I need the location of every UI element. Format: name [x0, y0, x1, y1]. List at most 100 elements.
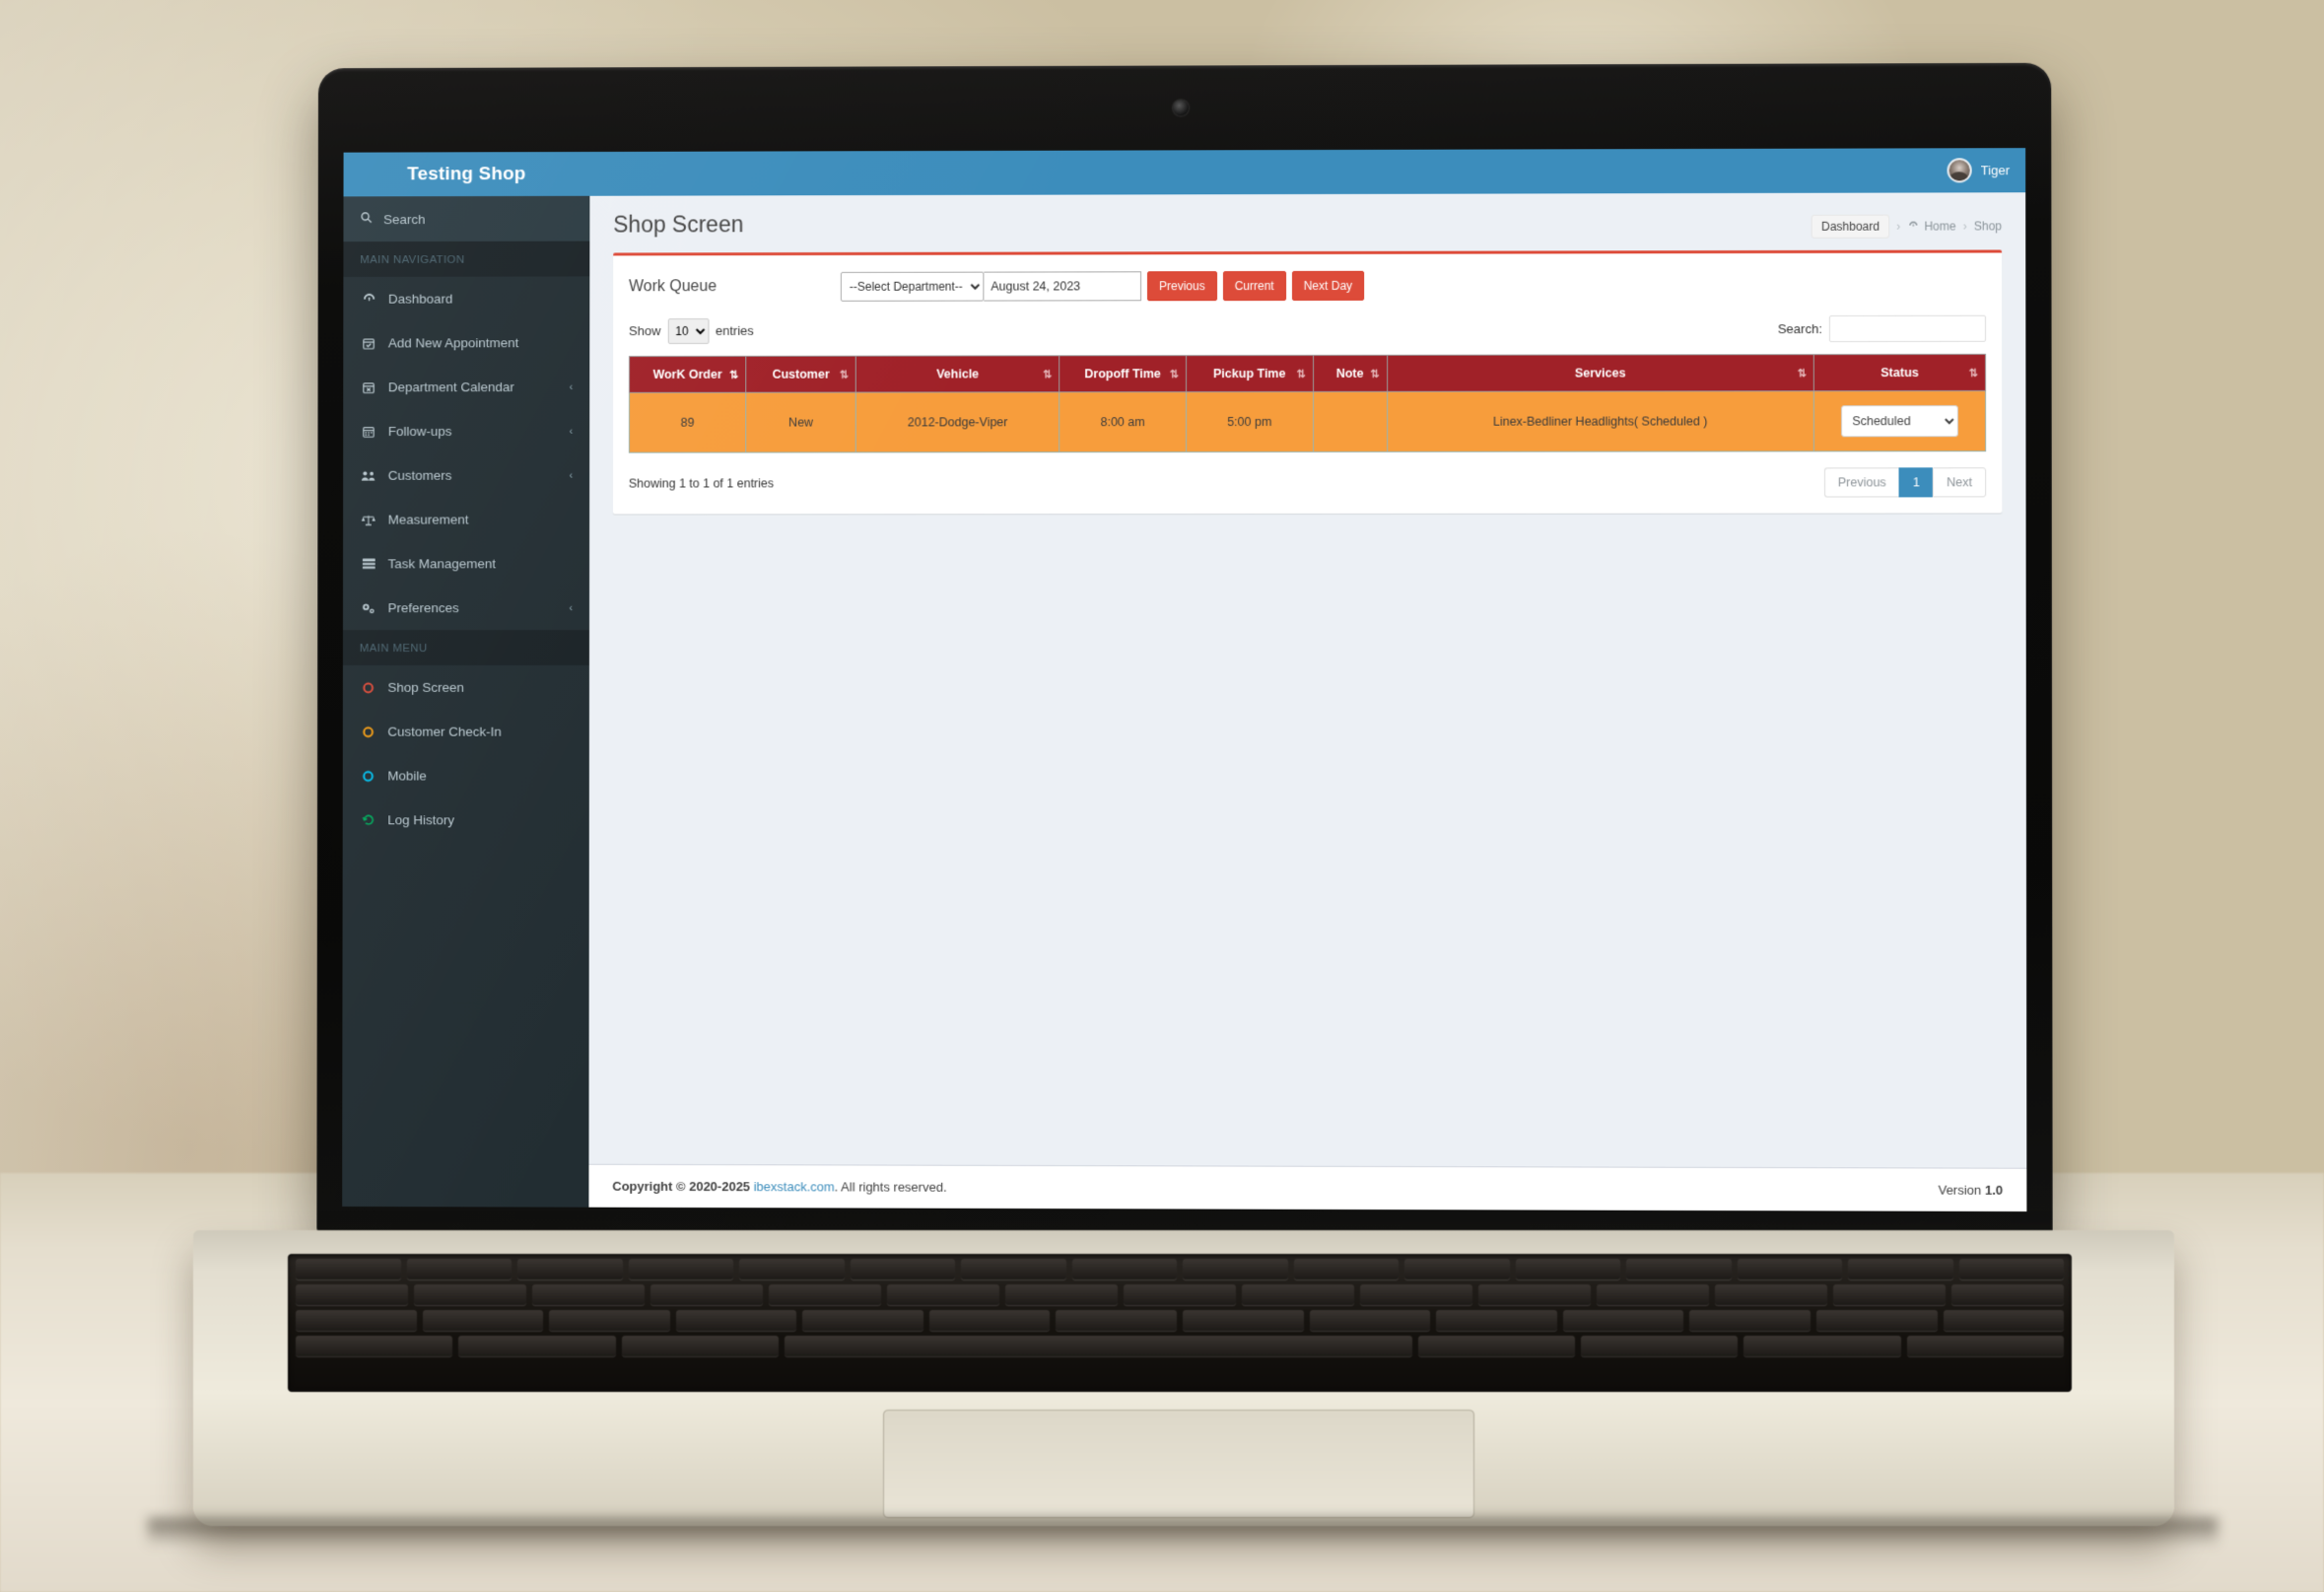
table-row[interactable]: 89 New 2012-Dodge-Viper 8:00 am 5:00 pm …	[629, 390, 1986, 453]
dashboard-icon	[1907, 219, 1919, 234]
calendar-icon	[360, 425, 377, 439]
sort-icon: ⇅	[1169, 368, 1178, 381]
chevron-left-icon: ‹	[569, 469, 574, 482]
sidebar-item-label: Department Calendar	[387, 380, 514, 395]
laptop-bezel-top	[318, 63, 2052, 153]
previous-day-button[interactable]: Previous	[1147, 271, 1217, 302]
cell-status: Scheduled	[1813, 390, 1986, 451]
breadcrumb-current: Shop	[1973, 219, 2003, 234]
key	[1737, 1259, 1842, 1280]
key	[850, 1259, 955, 1280]
spacebar-key	[784, 1336, 1412, 1356]
sidebar-item-department-calendar[interactable]: Department Calendar ‹	[343, 365, 589, 409]
sidebar-item-add-new-appointment[interactable]: Add New Appointment	[343, 320, 589, 365]
avatar[interactable]	[1947, 158, 1972, 183]
sidebar-item-shop-screen[interactable]: Shop Screen	[343, 665, 589, 710]
cell-customer: New	[745, 392, 856, 453]
sidebar: Testing Shop Search MAIN NAVIGATION Dash…	[342, 151, 590, 1208]
table-footer: Showing 1 to 1 of 1 entries Previous 1 N…	[629, 451, 1987, 498]
sidebar-item-mobile[interactable]: Mobile	[343, 754, 589, 798]
topbar-user-name[interactable]: Tiger	[1981, 163, 2010, 177]
column-header-services[interactable]: Services ⇅	[1387, 354, 1814, 392]
search-input[interactable]	[1828, 314, 1987, 343]
column-header-note[interactable]: Note ⇅	[1313, 355, 1388, 392]
sidebar-item-customers[interactable]: Customers ‹	[343, 453, 589, 498]
sidebar-item-customer-check-in[interactable]: Customer Check-In	[343, 710, 589, 754]
key	[406, 1259, 512, 1280]
sidebar-item-log-history[interactable]: Log History	[343, 797, 589, 842]
pagination: Previous 1 Next	[1823, 467, 1987, 498]
key	[1833, 1284, 1946, 1305]
key	[1906, 1336, 2064, 1356]
pagination-page-1[interactable]: 1	[1898, 467, 1934, 498]
length-control: Show 10 entries	[629, 317, 754, 344]
key	[628, 1259, 733, 1280]
pagination-next[interactable]: Next	[1933, 467, 1987, 498]
chevron-left-icon: ‹	[569, 425, 574, 438]
sidebar-item-measurement[interactable]: Measurement	[343, 498, 589, 542]
trackpad[interactable]	[883, 1410, 1474, 1518]
sidebar-item-preferences[interactable]: Preferences ‹	[343, 586, 589, 630]
sidebar-item-label: Shop Screen	[387, 679, 464, 695]
column-header-work-order[interactable]: WorK Order ⇅	[629, 356, 746, 393]
cell-dropoff-time: 8:00 am	[1059, 391, 1187, 452]
key	[1242, 1284, 1354, 1305]
key	[1943, 1310, 2065, 1331]
key	[1056, 1310, 1178, 1331]
key	[1951, 1284, 2064, 1305]
column-header-status[interactable]: Status ⇅	[1813, 354, 1986, 391]
breadcrumb-separator: ›	[1896, 219, 1901, 234]
key	[532, 1284, 645, 1305]
page-title: Shop Screen	[613, 211, 744, 238]
chevron-left-icon: ‹	[569, 601, 574, 614]
keyboard[interactable]	[288, 1254, 2072, 1392]
current-day-button[interactable]: Current	[1222, 271, 1286, 302]
column-label: Customer	[772, 367, 830, 381]
column-label: Pickup Time	[1213, 366, 1286, 381]
key	[1071, 1259, 1177, 1280]
key	[887, 1284, 999, 1305]
circle-blue-icon	[360, 770, 377, 782]
footer-link[interactable]: ibexstack.com	[754, 1179, 835, 1194]
table-head: WorK Order ⇅ Customer ⇅ Vehicle ⇅ Dropof…	[629, 354, 1986, 393]
next-day-button[interactable]: Next Day	[1291, 270, 1365, 301]
column-header-vehicle[interactable]: Vehicle ⇅	[855, 355, 1059, 393]
status-select[interactable]: Scheduled	[1841, 405, 1959, 438]
column-header-dropoff-time[interactable]: Dropoff Time ⇅	[1059, 355, 1187, 392]
column-header-pickup-time[interactable]: Pickup Time ⇅	[1186, 355, 1314, 392]
laptop-lid: Testing Shop Search MAIN NAVIGATION Dash…	[316, 62, 2053, 1242]
sort-icon: ⇅	[1797, 367, 1807, 380]
sidebar-search-label: Search	[383, 211, 426, 227]
sidebar-item-task-management[interactable]: Task Management	[343, 541, 589, 586]
key	[549, 1310, 670, 1331]
breadcrumb-home-label: Home	[1924, 219, 1956, 234]
sort-icon: ⇅	[839, 369, 849, 381]
key	[769, 1284, 881, 1305]
pagination-previous[interactable]: Previous	[1823, 467, 1899, 498]
key	[739, 1259, 845, 1280]
key	[1404, 1259, 1510, 1280]
sidebar-section-header-main-navigation: MAIN NAVIGATION	[343, 241, 590, 277]
keyboard-row	[288, 1310, 2072, 1331]
key	[928, 1310, 1051, 1331]
column-header-customer[interactable]: Customer ⇅	[745, 356, 856, 393]
sidebar-item-follow-ups[interactable]: Follow-ups ‹	[343, 409, 589, 453]
key	[517, 1259, 623, 1280]
footer-copyright-prefix: Copyright © 2020-2025	[612, 1178, 754, 1195]
sidebar-item-search[interactable]: Search	[343, 195, 590, 242]
key	[414, 1284, 526, 1305]
breadcrumb-home[interactable]: Home	[1907, 219, 1956, 234]
key	[1715, 1284, 1827, 1305]
footer-version-value: 1.0	[1984, 1182, 2004, 1198]
key	[1597, 1284, 1709, 1305]
content-wrapper: Tiger Shop Screen Dashboard › Home › Sho…	[588, 148, 2027, 1212]
breadcrumb-dashboard[interactable]: Dashboard	[1811, 214, 1890, 239]
date-input[interactable]	[984, 271, 1142, 302]
sidebar-item-dashboard[interactable]: Dashboard	[343, 276, 589, 320]
cell-services: Linex-Bedliner Headlights( Scheduled )	[1387, 390, 1814, 452]
entries-length-select[interactable]: 10	[667, 317, 710, 344]
brand-logo[interactable]: Testing Shop	[343, 151, 590, 197]
sidebar-item-label: Measurement	[387, 512, 469, 527]
department-select[interactable]: --Select Department--	[840, 271, 985, 302]
work-queue-box: Work Queue --Select Department-- Previou…	[612, 249, 2003, 515]
